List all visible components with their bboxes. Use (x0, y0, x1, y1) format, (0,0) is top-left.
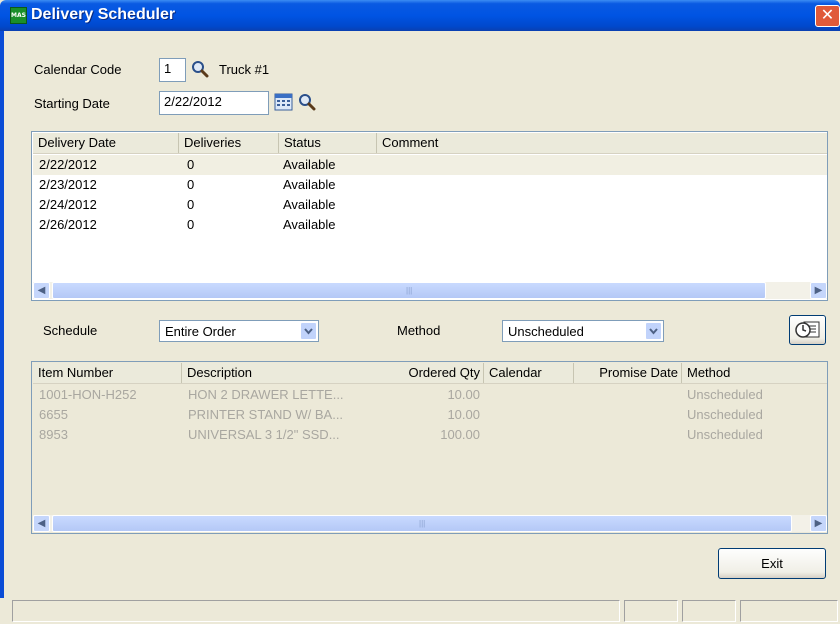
schedule-value: Entire Order (165, 324, 236, 339)
column-ordered-qty: Ordered Qty (378, 363, 484, 383)
dropdown-arrow-icon[interactable] (300, 322, 317, 340)
delivery-calendar-list[interactable]: Delivery Date Deliveries Status Comment … (31, 131, 828, 301)
cell-item-number: 8953 (39, 427, 68, 442)
scroll-left-icon[interactable]: ◀ (33, 282, 50, 299)
cell-method: Unscheduled (687, 387, 763, 402)
method-value: Unscheduled (508, 324, 584, 339)
table-row: 8953 UNIVERSAL 3 1/2" SSD... 100.00 Unsc… (33, 425, 827, 445)
scroll-right-icon[interactable]: ▶ (810, 515, 827, 532)
table-row: 1001-HON-H252 HON 2 DRAWER LETTE... 10.0… (33, 385, 827, 405)
table-row[interactable]: 2/22/2012 0 Available (33, 155, 827, 175)
cell-deliveries: 0 (187, 217, 195, 232)
window-title: Delivery Scheduler (31, 6, 176, 23)
schedule-label: Schedule (43, 323, 98, 338)
scroll-right-icon[interactable]: ▶ (810, 282, 827, 299)
list-header: Delivery Date Deliveries Status Comment (33, 133, 827, 154)
cell-delivery-date: 2/24/2012 (39, 197, 97, 212)
schedule-dropdown[interactable]: Entire Order (159, 320, 319, 342)
window-frame-left (0, 31, 4, 624)
cell-delivery-date: 2/26/2012 (39, 217, 97, 232)
column-comment[interactable]: Comment (377, 133, 827, 153)
status-panel (624, 600, 678, 622)
cell-ordered-qty: 10.00 (447, 407, 480, 422)
cell-description: HON 2 DRAWER LETTE... (188, 387, 344, 402)
horizontal-scrollbar[interactable]: ◀ ||| ▶ (33, 515, 827, 532)
table-row: 6655 PRINTER STAND W/ BA... 10.00 Unsche… (33, 405, 827, 425)
status-panel-main (12, 600, 620, 622)
table-row[interactable]: 2/23/2012 0 Available (33, 175, 827, 195)
cell-delivery-date: 2/23/2012 (39, 177, 97, 192)
dropdown-arrow-icon[interactable] (645, 322, 662, 340)
column-item-number: Item Number (33, 363, 182, 383)
cell-delivery-date: 2/22/2012 (39, 157, 97, 172)
schedule-calendar-button[interactable] (789, 315, 826, 345)
column-status[interactable]: Status (279, 133, 377, 153)
status-bar (0, 598, 840, 624)
scrollbar-thumb[interactable]: ||| (52, 515, 792, 532)
order-items-list: Item Number Description Ordered Qty Cale… (31, 361, 828, 534)
clock-calendar-icon (794, 321, 819, 338)
cell-description: UNIVERSAL 3 1/2" SSD... (188, 427, 340, 442)
date-lookup-magnifier-icon[interactable] (298, 93, 316, 111)
exit-button[interactable]: Exit (718, 548, 826, 579)
cell-item-number: 6655 (39, 407, 68, 422)
status-panel (740, 600, 838, 622)
cell-ordered-qty: 100.00 (440, 427, 480, 442)
scrollbar-thumb[interactable]: ||| (52, 282, 766, 299)
column-method: Method (687, 365, 731, 380)
cell-status: Available (283, 217, 336, 232)
calendar-lookup-magnifier-icon[interactable] (191, 60, 209, 78)
cell-deliveries: 0 (187, 197, 195, 212)
close-icon: ✕ (820, 7, 835, 24)
cell-item-number: 1001-HON-H252 (39, 387, 137, 402)
table-row[interactable]: 2/26/2012 0 Available (33, 215, 827, 235)
table-row[interactable]: 2/24/2012 0 Available (33, 195, 827, 215)
calendar-code-field[interactable]: 1 (159, 58, 186, 82)
app-logo-icon: MAS (10, 7, 27, 24)
cell-description: PRINTER STAND W/ BA... (188, 407, 344, 422)
list-header: Item Number Description Ordered Qty Cale… (33, 363, 827, 384)
column-delivery-date[interactable]: Delivery Date (33, 133, 179, 153)
horizontal-scrollbar[interactable]: ◀ ||| ▶ (33, 282, 827, 299)
method-dropdown[interactable]: Unscheduled (502, 320, 664, 342)
calendar-code-label: Calendar Code (34, 62, 122, 77)
scroll-left-icon[interactable]: ◀ (33, 515, 50, 532)
column-deliveries[interactable]: Deliveries (179, 133, 279, 153)
column-calendar: Calendar (484, 363, 574, 383)
cell-method: Unscheduled (687, 407, 763, 422)
calendar-icon[interactable] (274, 92, 294, 112)
method-label: Method (397, 323, 441, 338)
cell-deliveries: 0 (187, 177, 195, 192)
starting-date-label: Starting Date (34, 96, 110, 111)
close-button[interactable]: ✕ (815, 5, 840, 27)
starting-date-field[interactable]: 2/22/2012 (159, 91, 269, 115)
cell-ordered-qty: 10.00 (447, 387, 480, 402)
truck-description: Truck #1 (219, 62, 270, 77)
cell-status: Available (283, 177, 336, 192)
cell-method: Unscheduled (687, 427, 763, 442)
cell-status: Available (283, 197, 336, 212)
column-promise-date: Promise Date (574, 363, 682, 383)
cell-status: Available (283, 157, 336, 172)
cell-deliveries: 0 (187, 157, 195, 172)
status-panel (682, 600, 736, 622)
